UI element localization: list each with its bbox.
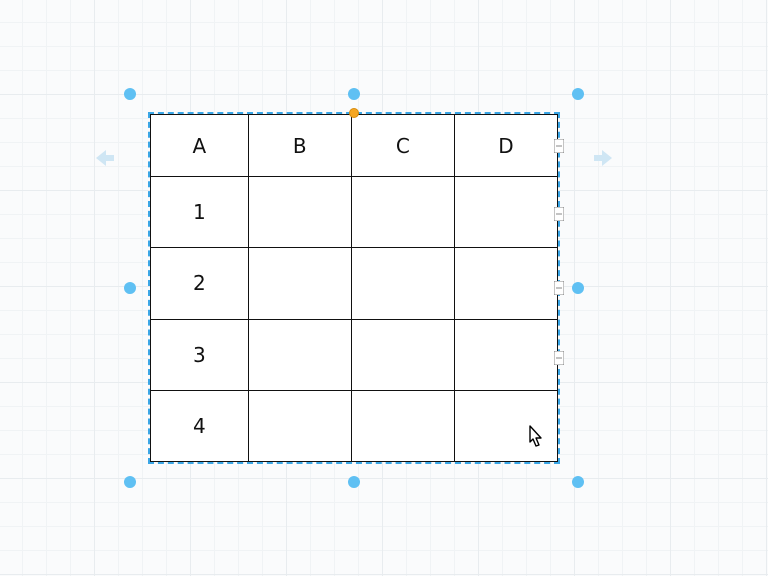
table-cell[interactable] (454, 319, 557, 390)
row-insert-handle[interactable] (554, 207, 564, 221)
table-row: 1 (151, 177, 558, 248)
table-header-cell[interactable]: D (454, 115, 557, 177)
table-cell[interactable]: 3 (151, 319, 249, 390)
table-header-row: A B C D (151, 115, 558, 177)
table-row: 3 (151, 319, 558, 390)
table-header-cell[interactable]: A (151, 115, 249, 177)
table-header-cell[interactable]: C (351, 115, 454, 177)
rotation-handle[interactable] (349, 108, 359, 118)
row-insert-handle[interactable] (554, 139, 564, 153)
resize-handle-se[interactable] (572, 476, 584, 488)
table-cell[interactable] (248, 319, 351, 390)
resize-handle-e[interactable] (572, 282, 584, 294)
data-table[interactable]: A B C D 1 2 3 (150, 114, 558, 462)
table-cell[interactable]: 4 (151, 390, 249, 461)
arrow-right-icon[interactable] (590, 146, 618, 170)
resize-handle-n[interactable] (348, 88, 360, 100)
table-header-cell[interactable]: B (248, 115, 351, 177)
table-cell[interactable]: 1 (151, 177, 249, 248)
table-cell[interactable] (248, 177, 351, 248)
resize-handle-s[interactable] (348, 476, 360, 488)
resize-handle-w[interactable] (124, 282, 136, 294)
table-cell[interactable] (248, 248, 351, 319)
table-cell[interactable] (454, 390, 557, 461)
table-cell[interactable] (454, 177, 557, 248)
table-cell[interactable] (351, 390, 454, 461)
table-cell[interactable] (248, 390, 351, 461)
table-cell[interactable] (351, 177, 454, 248)
table-cell[interactable]: 2 (151, 248, 249, 319)
resize-handle-sw[interactable] (124, 476, 136, 488)
resize-handle-ne[interactable] (572, 88, 584, 100)
table-cell[interactable] (351, 319, 454, 390)
table-row: 2 (151, 248, 558, 319)
table-cell[interactable] (351, 248, 454, 319)
resize-handle-nw[interactable] (124, 88, 136, 100)
row-insert-handle[interactable] (554, 351, 564, 365)
table-cell[interactable] (454, 248, 557, 319)
table-object[interactable]: A B C D 1 2 3 (150, 114, 558, 462)
table-row: 4 (151, 390, 558, 461)
row-insert-handle[interactable] (554, 281, 564, 295)
arrow-left-icon[interactable] (90, 146, 118, 170)
